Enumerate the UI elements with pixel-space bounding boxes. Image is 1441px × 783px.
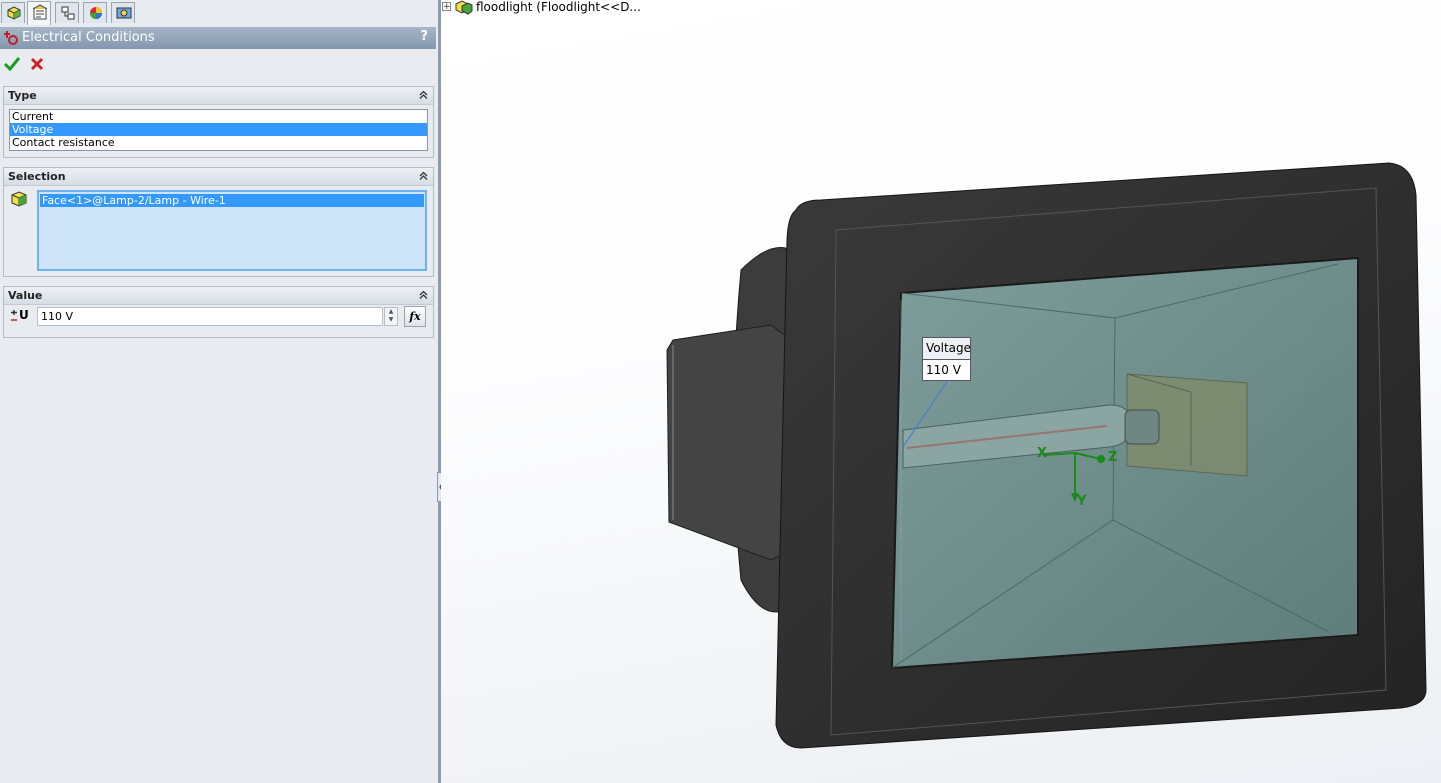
selection-listbox[interactable]: Face<1>@Lamp-2/Lamp - Wire-1 <box>37 190 427 271</box>
value-group-header[interactable]: Value <box>4 287 433 305</box>
spin-down-icon[interactable]: ▼ <box>385 316 397 324</box>
voltage-icon-label: U <box>19 308 29 322</box>
triad-z-label: Z <box>1108 450 1118 465</box>
close-icon <box>30 57 44 71</box>
ok-button[interactable] <box>3 56 21 72</box>
assembly-icon <box>455 0 473 15</box>
selection-group-header[interactable]: Selection <box>4 168 433 186</box>
expand-icon[interactable]: + <box>442 2 451 12</box>
electrical-conditions-icon <box>4 31 18 45</box>
collapse-icon[interactable] <box>418 170 429 181</box>
voltage-symbol-icon <box>11 310 17 321</box>
appearance-manager-icon <box>90 7 102 19</box>
feature-manager-icon <box>7 6 21 20</box>
panel-title-bar: Electrical Conditions ? <box>0 27 436 49</box>
configuration-manager-tab[interactable] <box>55 2 79 23</box>
callout-value: 110 V <box>926 363 961 377</box>
type-group-header[interactable]: Type <box>4 87 433 105</box>
checkmark-icon <box>3 57 21 72</box>
type-option-voltage[interactable]: Voltage <box>10 123 427 136</box>
value-group-title: Value <box>8 289 43 302</box>
display-manager-icon <box>116 7 132 19</box>
help-button[interactable]: ? <box>420 29 428 44</box>
voltage-icon: U <box>10 308 30 324</box>
selection-group: Selection Face<1>@Lamp-2/Lamp - Wire-1 <box>3 167 434 277</box>
type-listbox[interactable]: Current Voltage Contact resistance <box>9 109 428 151</box>
voltage-value-input[interactable] <box>37 307 383 326</box>
property-manager-tab[interactable] <box>27 1 51 25</box>
floodlight-model[interactable] <box>441 0 1441 783</box>
spin-up-icon[interactable]: ▲ <box>385 308 397 316</box>
value-group: Value U ▲ ▼ fx <box>3 286 434 338</box>
feature-manager-tab[interactable] <box>1 2 25 23</box>
value-spinner[interactable]: ▲ ▼ <box>384 307 398 326</box>
property-manager-panel: Electrical Conditions ? Type Current Vol… <box>0 0 438 783</box>
type-group: Type Current Voltage Contact resistance <box>3 86 434 158</box>
property-manager-icon <box>32 4 48 20</box>
configuration-manager-icon <box>61 6 75 20</box>
face-selection-icon <box>11 191 27 207</box>
panel-title: Electrical Conditions <box>22 30 155 45</box>
selection-item[interactable]: Face<1>@Lamp-2/Lamp - Wire-1 <box>40 194 424 207</box>
function-button[interactable]: fx <box>404 306 426 327</box>
triad-y-label: Y <box>1077 494 1087 509</box>
triad-x-label: X <box>1037 446 1048 461</box>
cancel-button[interactable] <box>29 56 45 72</box>
callout-header: Voltage <box>923 338 971 360</box>
type-option-current[interactable]: Current <box>10 110 427 123</box>
appearance-manager-tab[interactable] <box>83 2 107 23</box>
collapse-icon[interactable] <box>418 89 429 100</box>
type-option-contact-resistance[interactable]: Contact resistance <box>10 136 427 149</box>
collapse-icon[interactable] <box>418 289 429 300</box>
display-manager-tab[interactable] <box>111 2 135 23</box>
graphics-viewport[interactable]: X Z Y + floodlight (Floodlight<<D... Vol… <box>441 0 1441 783</box>
manager-tab-bar <box>0 0 438 25</box>
type-group-title: Type <box>8 89 37 102</box>
feature-tree-label[interactable]: floodlight (Floodlight<<D... <box>476 0 641 14</box>
voltage-callout[interactable]: Voltage 110 V <box>922 337 971 381</box>
selection-group-title: Selection <box>8 170 66 183</box>
